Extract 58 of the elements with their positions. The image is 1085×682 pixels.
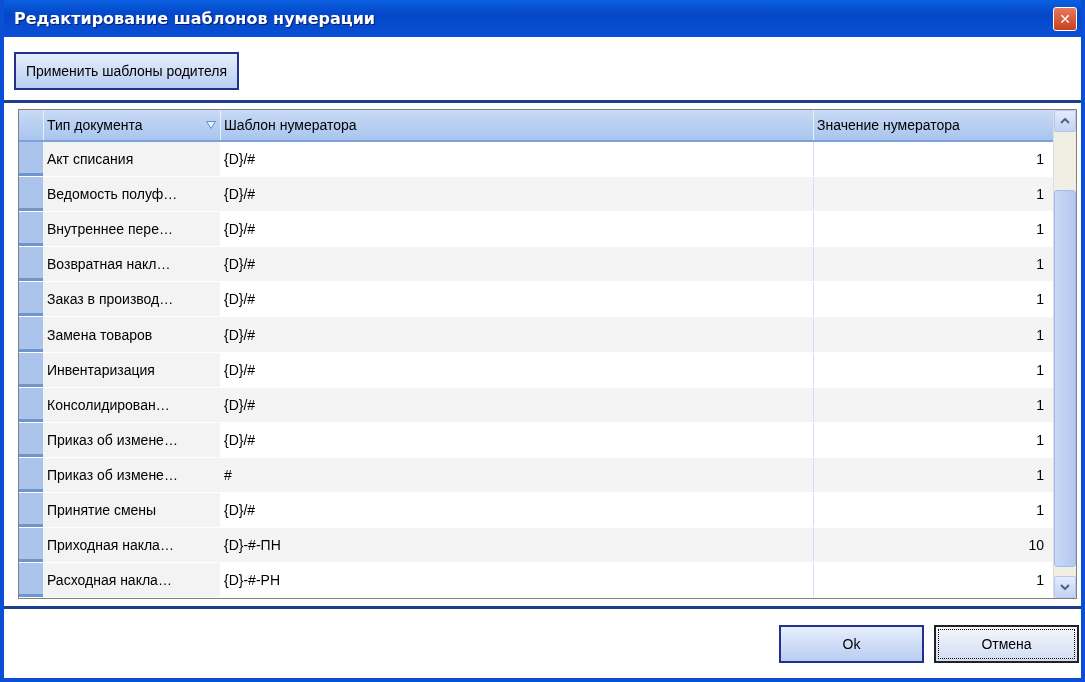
table-cell: Консолидирован… [43,387,220,422]
table-cell: Ведомость полуф… [43,177,220,212]
row-selector[interactable] [19,317,43,352]
table-cell: Заказ в производ… [43,282,220,317]
table-cell: {D}/# [220,317,813,352]
row-selector[interactable] [19,492,43,527]
table-cell-text: {D}-#-РН [223,570,282,590]
row-selector[interactable] [19,352,43,387]
table-cell: # [220,457,813,492]
row-selector[interactable] [19,527,43,562]
table-cell: 1 [813,247,1053,282]
table-cell: {D}/# [220,387,813,422]
table-cell: Инвентаризация [43,352,220,387]
scroll-down-button[interactable] [1054,576,1076,598]
table-cell-text: {D}/# [223,150,257,170]
dialog-button[interactable]: Ok [779,624,924,663]
row-selector[interactable] [19,177,43,212]
window-title: Редактирование шаблонов нумерации [14,9,377,28]
table-cell: Приходная накла… [43,527,220,562]
table-cell: Внутреннее пере… [43,212,220,247]
scroll-thumb[interactable] [1054,190,1076,567]
row-selector[interactable] [19,387,43,422]
close-button[interactable]: ✕ [1053,6,1077,31]
apply-parent-templates-button[interactable]: Применить шаблоны родителя [14,51,239,90]
chevron-down-icon [1060,584,1070,590]
column-header[interactable]: Тип документа [43,110,220,141]
row-selector[interactable] [19,562,43,597]
table-cell: Замена товаров [43,317,220,352]
table-cell: {D}/# [220,247,813,282]
row-selector[interactable] [19,247,43,282]
table-cell: 1 [813,387,1053,422]
row-selector[interactable] [19,142,43,177]
table-cell: 1 [813,177,1053,212]
table-cell: {D}-#-ПН [220,527,813,562]
row-selector[interactable] [19,282,43,317]
table-cell-text: {D}/# [223,290,257,310]
table-cell: {D}/# [220,177,813,212]
table-cell: Расходная накла… [43,562,220,597]
table-cell-text: {D}/# [223,500,257,520]
sort-icon [206,121,216,130]
table-cell: Приказ об измене… [43,422,220,457]
table-cell: Принятие смены [43,492,220,527]
dialog-button[interactable]: Отмена [934,624,1079,663]
table-cell: Возвратная накл… [43,247,220,282]
table-cell: 1 [813,457,1053,492]
table-cell-text: {D}/# [223,360,257,380]
table-cell: 10 [813,527,1053,562]
scroll-up-button[interactable] [1054,110,1076,132]
table-cell-text: {D}/# [223,430,257,450]
table-cell: Акт списания [43,142,220,177]
row-selector[interactable] [19,212,43,247]
table-cell: 1 [813,317,1053,352]
column-header[interactable]: Шаблон нумератора [220,110,813,141]
table-cell-text: {D}/# [223,220,257,240]
row-selector[interactable] [19,422,43,457]
row-selector[interactable] [19,457,43,492]
table-cell: Приказ об измене… [43,457,220,492]
chevron-up-icon [1060,118,1070,124]
